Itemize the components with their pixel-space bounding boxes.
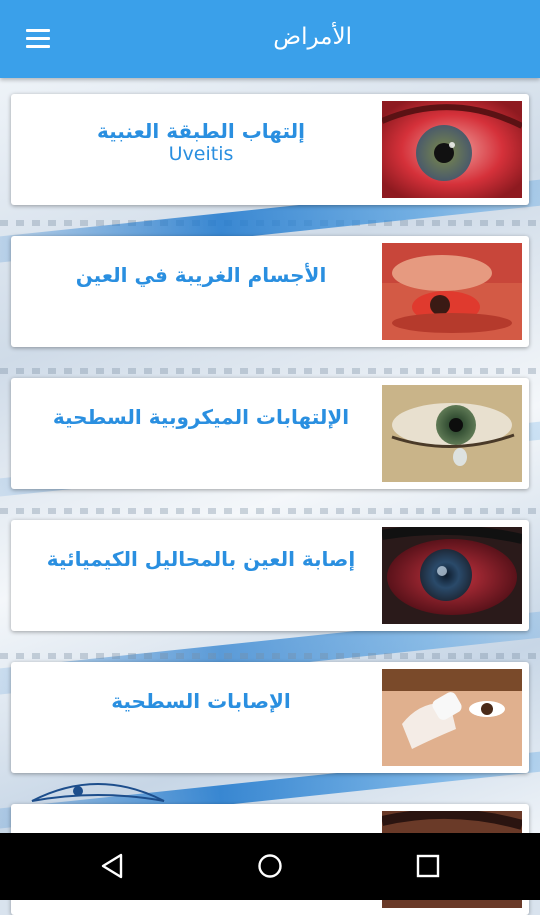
recent-apps-icon[interactable] <box>415 853 441 879</box>
item-title: إصابة العين بالمحاليل الكيميائية <box>46 547 356 571</box>
list-item-chemical-injury[interactable]: إصابة العين بالمحاليل الكيميائية <box>11 520 529 631</box>
list-item-foreign-bodies[interactable]: الأجسام الغريبة في العين <box>11 236 529 347</box>
red-inflamed-eye-image <box>382 101 522 198</box>
green-eye-tear-image <box>382 385 522 482</box>
eye-logo-icon <box>31 783 165 802</box>
item-subtitle: Uveitis <box>168 143 234 165</box>
page-title: الأمراض <box>273 24 352 50</box>
list-item-uveitis[interactable]: إلتهاب الطبقة العنبية Uveitis <box>11 94 529 205</box>
item-title: الإلتهابات الميكروبية السطحية <box>52 405 350 429</box>
eyelid-pulled-foreign-body-image <box>382 243 522 340</box>
item-title: الأجسام الغريبة في العين <box>75 263 327 287</box>
home-icon[interactable] <box>257 853 283 879</box>
app-bar: الأمراض <box>0 0 540 78</box>
item-title: الإصابات السطحية <box>111 689 291 713</box>
list-item-superficial-injuries[interactable]: الإصابات السطحية <box>11 662 529 773</box>
chemical-burn-eye-image <box>382 527 522 624</box>
item-title: إلتهاب الطبقة العنبية <box>96 119 306 143</box>
list-item-microbial-infections[interactable]: الإلتهابات الميكروبية السطحية <box>11 378 529 489</box>
back-icon[interactable] <box>100 853 126 879</box>
child-eye-bandage-image <box>382 669 522 766</box>
hamburger-menu-icon[interactable] <box>24 26 54 52</box>
